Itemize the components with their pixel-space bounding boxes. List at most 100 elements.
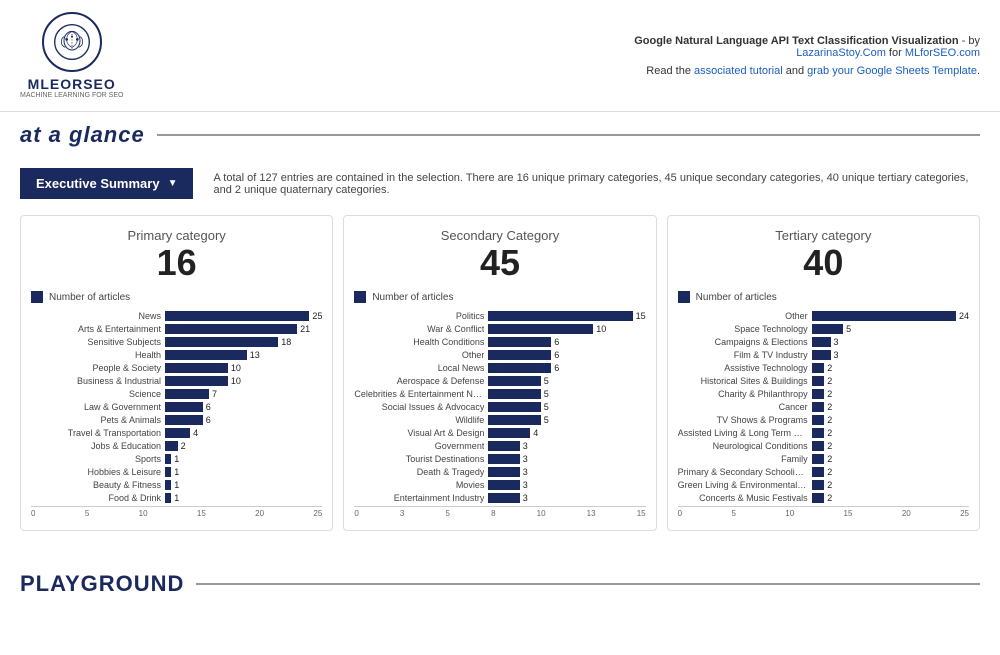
executive-summary-label: Executive Summary xyxy=(36,176,160,191)
bar-wrap: 3 xyxy=(488,441,645,451)
bar xyxy=(488,467,519,477)
tertiary-bar-chart: Other24Space Technology5Campaigns & Elec… xyxy=(678,311,969,503)
bar-label: Arts & Entertainment xyxy=(31,324,161,334)
bar-value: 5 xyxy=(544,402,549,412)
bar-wrap: 24 xyxy=(812,311,969,321)
bar-label: Campaigns & Elections xyxy=(678,337,808,347)
bar-wrap: 7 xyxy=(165,389,322,399)
bar-row: Assistive Technology 2 xyxy=(678,363,969,373)
bar-label: Aerospace & Defense xyxy=(354,376,484,386)
bar-row: Social Issues & Advocacy 5 xyxy=(354,402,645,412)
bar xyxy=(165,454,171,464)
bar xyxy=(165,441,178,451)
bar-label: Concerts & Music Festivals xyxy=(678,493,808,503)
bar-wrap: 1 xyxy=(165,467,322,477)
tertiary-legend-box xyxy=(678,291,690,303)
primary-chart-number: 16 xyxy=(31,245,322,281)
secondary-axis-labels: 0358101315 xyxy=(354,509,645,518)
bar-label: Neurological Conditions xyxy=(678,441,808,451)
bar-value: 5 xyxy=(846,324,851,334)
bar-label: Assistive Technology xyxy=(678,363,808,373)
secondary-category-card: Secondary Category 45 Number of articles… xyxy=(343,215,656,531)
bar-value: 21 xyxy=(300,324,310,334)
bar xyxy=(488,337,551,347)
api-by: - by xyxy=(959,35,980,47)
tutorial-link[interactable]: associated tutorial xyxy=(694,65,783,77)
axis-tick: 10 xyxy=(537,509,546,518)
author1-link[interactable]: LazarinaStoy.Com xyxy=(796,47,886,59)
bar-row: Campaigns & Elections 3 xyxy=(678,337,969,347)
bar-row: Law & Government6 xyxy=(31,402,322,412)
bar-row: Cancer2 xyxy=(678,402,969,412)
bar-wrap: 25 xyxy=(165,311,322,321)
bar xyxy=(488,350,551,360)
bar-label: Movies xyxy=(354,480,484,490)
bar xyxy=(812,454,825,464)
bar-row: Other6 xyxy=(354,350,645,360)
secondary-chart-number: 45 xyxy=(354,245,645,281)
bar-label: Social Issues & Advocacy xyxy=(354,402,484,412)
bar-row: Other24 xyxy=(678,311,969,321)
bar-wrap: 6 xyxy=(488,363,645,373)
bar-value: 4 xyxy=(533,428,538,438)
bar-wrap: 2 xyxy=(812,402,969,412)
bar-wrap: 10 xyxy=(165,376,322,386)
bar-value: 6 xyxy=(206,415,211,425)
bar-label: Family xyxy=(678,454,808,464)
bar-wrap: 4 xyxy=(488,428,645,438)
bar-value: 6 xyxy=(554,337,559,347)
glance-section: Executive Summary ▼ A total of 127 entri… xyxy=(0,168,1000,551)
bar-row: Politics15 xyxy=(354,311,645,321)
bar xyxy=(165,337,278,347)
bar-label: Historical Sites & Buildings xyxy=(678,376,808,386)
secondary-axis-line xyxy=(354,506,645,507)
bar-row: Hobbies & Leisure1 xyxy=(31,467,322,477)
bar xyxy=(165,324,297,334)
tertiary-category-card: Tertiary category 40 Number of articles … xyxy=(667,215,980,531)
author2-link[interactable]: MLforSEO.com xyxy=(905,47,980,59)
axis-tick: 5 xyxy=(731,509,735,518)
bar xyxy=(812,402,825,412)
bar-label: Wildlife xyxy=(354,415,484,425)
bar-wrap: 18 xyxy=(165,337,322,347)
axis-tick: 10 xyxy=(785,509,794,518)
bar-label: Charity & Philanthropy xyxy=(678,389,808,399)
bar-row: Health13 xyxy=(31,350,322,360)
axis-tick: 0 xyxy=(31,509,35,518)
bar xyxy=(165,415,203,425)
bar-row: Tourist Destinations3 xyxy=(354,454,645,464)
bar-label: Travel & Transportation xyxy=(31,428,161,438)
bar-row: TV Shows & Programs2 xyxy=(678,415,969,425)
bar-row: Historical Sites & Buildings2 xyxy=(678,376,969,386)
bar-label: Pets & Animals xyxy=(31,415,161,425)
bar-label: Visual Art & Design xyxy=(354,428,484,438)
logo-title: MLEORSEO xyxy=(28,76,116,92)
primary-legend-label: Number of articles xyxy=(49,292,130,303)
bar-row: Neurological Conditions2 xyxy=(678,441,969,451)
bar-wrap: 3 xyxy=(812,337,969,347)
bar-row: Arts & Entertainment 21 xyxy=(31,324,322,334)
bar-wrap: 6 xyxy=(165,402,322,412)
bar-wrap: 5 xyxy=(812,324,969,334)
api-for: for xyxy=(886,47,905,59)
bar xyxy=(165,493,171,503)
template-link[interactable]: grab your Google Sheets Template xyxy=(807,65,977,77)
bar-wrap: 2 xyxy=(165,441,322,451)
bar-row: Pets & Animals 6 xyxy=(31,415,322,425)
bar-value: 13 xyxy=(250,350,260,360)
bar-row: Film & TV Industry3 xyxy=(678,350,969,360)
api-title: Google Natural Language API Text Classif… xyxy=(634,35,958,47)
bar-value: 2 xyxy=(181,441,186,451)
bar-wrap: 1 xyxy=(165,493,322,503)
executive-summary-button[interactable]: Executive Summary ▼ xyxy=(20,168,193,199)
bar-wrap: 2 xyxy=(812,363,969,373)
glance-title: at a GLance xyxy=(20,122,145,148)
bar-wrap: 6 xyxy=(165,415,322,425)
tertiary-chart-legend: Number of articles xyxy=(678,291,969,303)
bar xyxy=(812,337,831,347)
bar xyxy=(812,363,825,373)
logo-subtitle: MACHINE LEARNING FOR SEO xyxy=(20,92,123,99)
bar xyxy=(165,402,203,412)
bar-row: Government3 xyxy=(354,441,645,451)
bar-value: 25 xyxy=(312,311,322,321)
